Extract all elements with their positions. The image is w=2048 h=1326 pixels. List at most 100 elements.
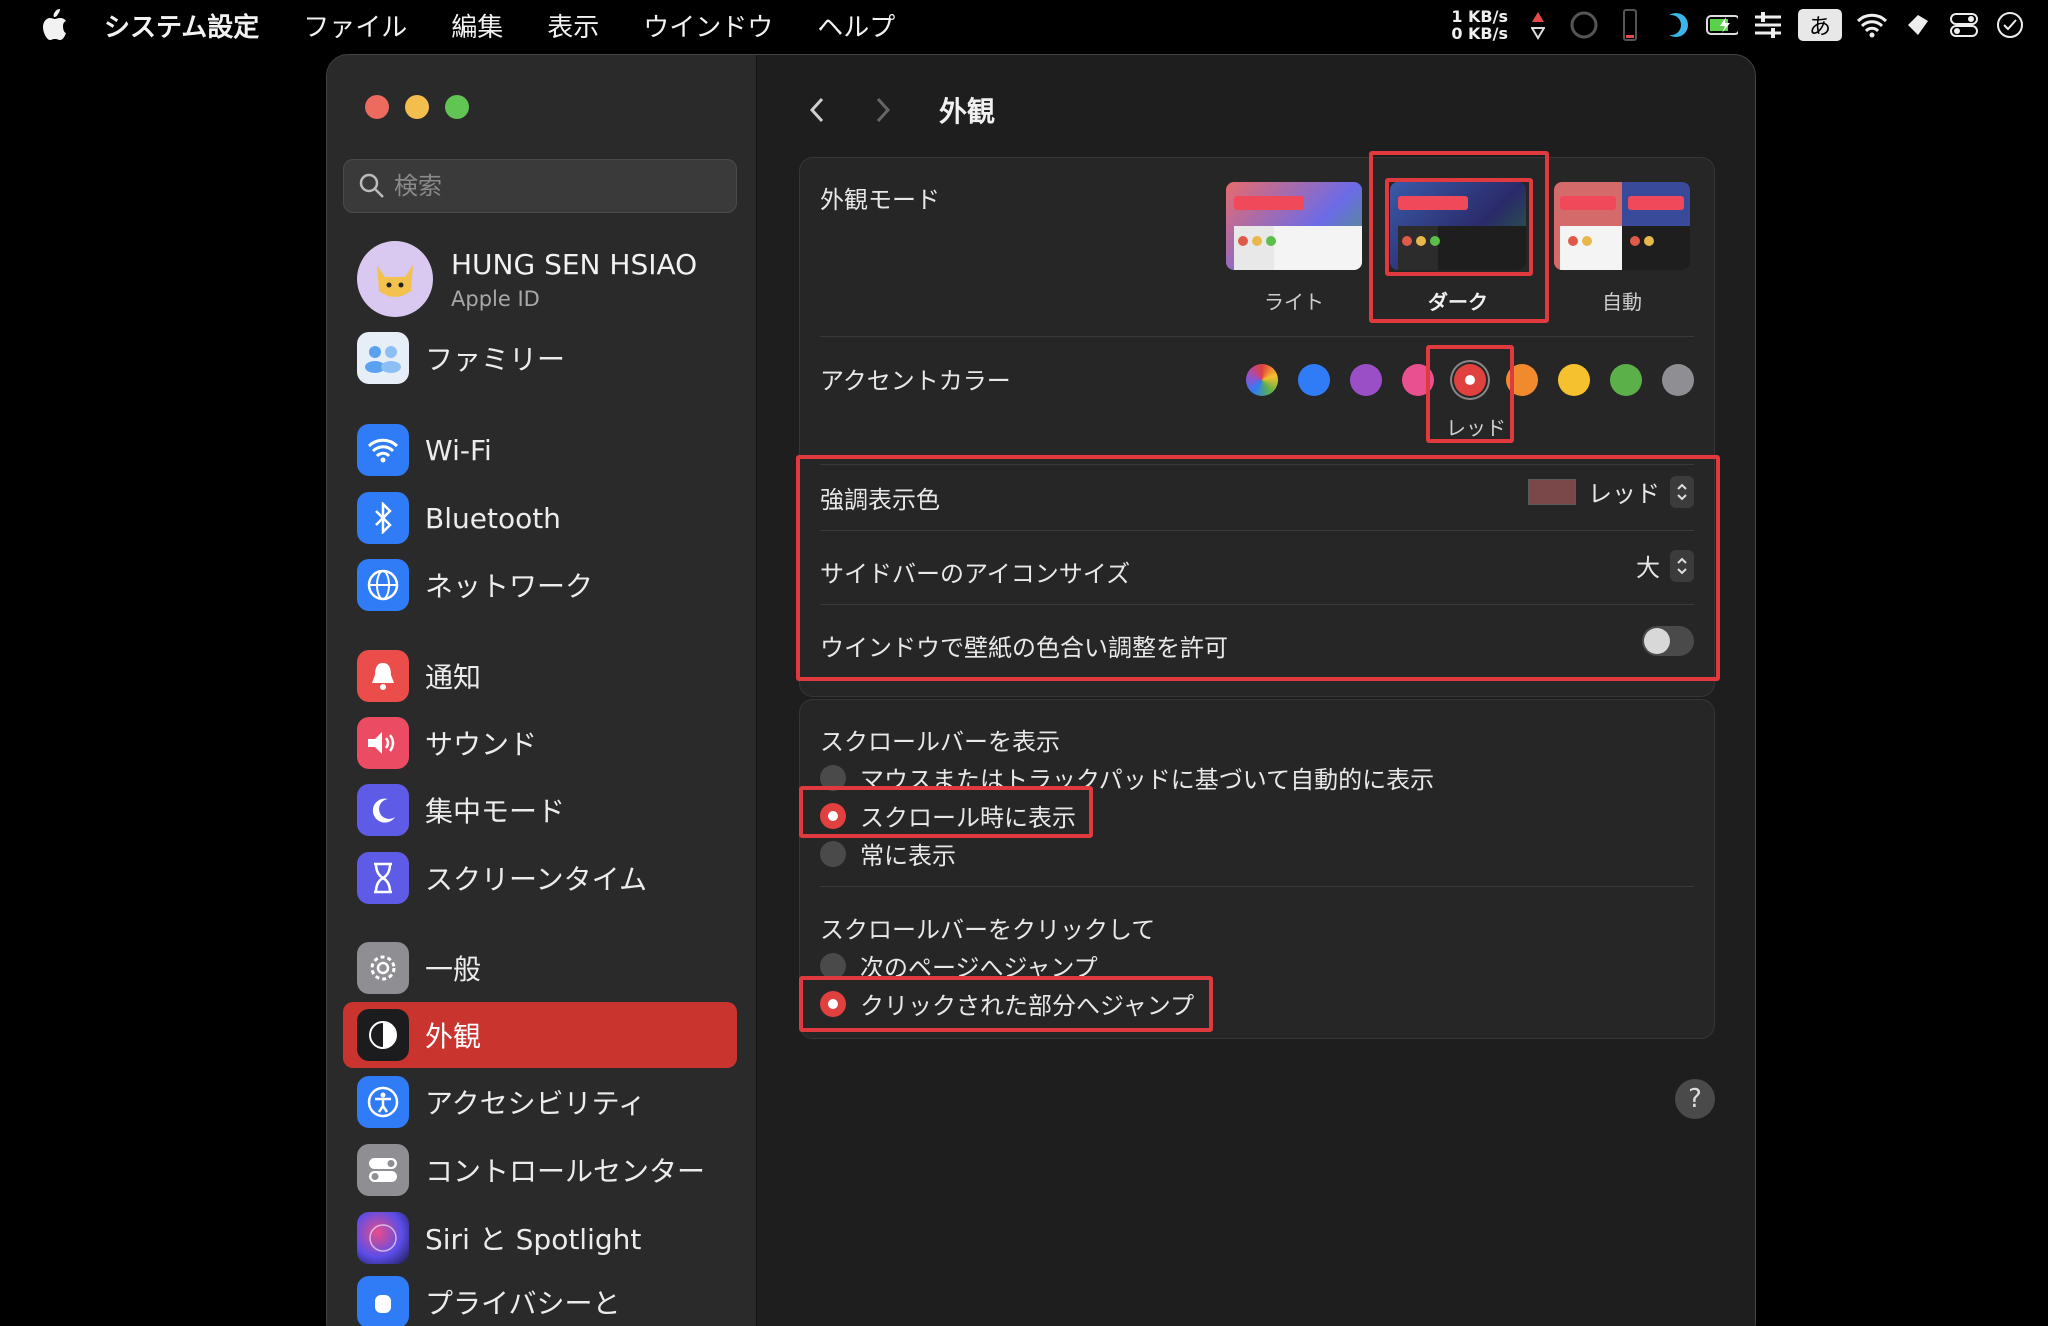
cloud-icon[interactable] <box>1902 9 1934 41</box>
memory-bar-icon[interactable] <box>1614 9 1646 41</box>
sidebar-item-label: スクリーンタイム <box>425 863 648 896</box>
sidebar-item-notifications[interactable]: 通知 <box>343 643 737 709</box>
sidebar-item-label: ネットワーク <box>425 570 594 603</box>
accent-green-swatch[interactable] <box>1610 364 1642 396</box>
network-speed[interactable]: 1 KB/s 0 KB/s <box>1451 8 1508 42</box>
radio-button[interactable] <box>820 764 846 791</box>
sidebar-item-bluetooth[interactable]: Bluetooth <box>343 485 737 551</box>
jump-clicked-spot-option[interactable]: クリックされた部分へジャンプ <box>820 986 1194 1021</box>
sidebar-item-label: ファミリー <box>425 343 566 376</box>
scrollbar-auto-option[interactable]: マウスまたはトラックパッドに基づいて自動的に表示 <box>820 760 1434 795</box>
wallpaper-tinting-toggle[interactable] <box>1642 626 1694 656</box>
content-pane: 外観 外観モード ライト ダーク 自動 アクセントカラー レッド 強調表示色 レ… <box>757 55 1755 1326</box>
wifi-status-icon[interactable] <box>1856 9 1888 41</box>
sidebar-item-sound[interactable]: サウンド <box>343 710 737 776</box>
scrollbar-when-scrolling-option[interactable]: スクロール時に表示 <box>820 798 1076 833</box>
search-field[interactable] <box>343 159 737 213</box>
sidebar-item-appearance[interactable]: 外観 <box>343 1002 737 1068</box>
sidebar-item-label: Siri と Spotlight <box>425 1223 642 1256</box>
sidebar-icon-size-value: 大 <box>1636 554 1660 582</box>
sidebar-item-siri-spotlight[interactable]: Siri と Spotlight <box>343 1205 737 1271</box>
battery-icon[interactable] <box>1706 9 1738 41</box>
profile-name: HUNG SEN HSIAO <box>451 247 698 281</box>
highlight-color-preview <box>1528 478 1576 505</box>
light-mode-thumbnail[interactable] <box>1226 182 1362 270</box>
input-method-icon[interactable]: あ <box>1798 9 1842 41</box>
speaker-icon <box>357 717 409 769</box>
accent-color-swatches <box>1246 364 1694 398</box>
cpu-ring-icon[interactable] <box>1568 9 1600 41</box>
divider <box>820 464 1694 465</box>
radio-button[interactable] <box>820 840 846 867</box>
menu-bar: システム設定 ファイル 編集 表示 ウインドウ ヘルプ 1 KB/s 0 KB/… <box>0 0 2048 50</box>
moon-phase-icon[interactable] <box>1660 9 1692 41</box>
accent-purple-swatch[interactable] <box>1350 364 1382 396</box>
sidebar-item-family[interactable]: ファミリー <box>343 325 737 391</box>
menu-edit[interactable]: 編集 <box>451 7 503 44</box>
sidebar-item-screen-time[interactable]: スクリーンタイム <box>343 845 737 911</box>
control-center-status-icon[interactable] <box>1948 9 1980 41</box>
apple-logo-icon[interactable] <box>34 5 74 45</box>
accent-orange-swatch[interactable] <box>1506 364 1538 396</box>
net-up: 1 KB/s <box>1451 7 1508 26</box>
divider <box>820 336 1694 337</box>
sidebar-item-network[interactable]: ネットワーク <box>343 552 737 618</box>
family-icon <box>357 332 409 384</box>
accent-graphite-swatch[interactable] <box>1662 364 1694 396</box>
search-input[interactable] <box>394 172 714 200</box>
radio-label: クリックされた部分へジャンプ <box>860 992 1195 1020</box>
hand-icon <box>357 1276 409 1326</box>
accent-multicolor-swatch[interactable] <box>1246 364 1278 396</box>
auto-mode-thumbnail[interactable] <box>1554 182 1690 270</box>
radio-button[interactable] <box>820 952 846 979</box>
sidebar-item-privacy[interactable]: プライバシーと <box>343 1269 737 1326</box>
accent-red-swatch[interactable] <box>1454 364 1486 396</box>
menu-file[interactable]: ファイル <box>303 7 407 44</box>
sidebar-item-focus[interactable]: 集中モード <box>343 777 737 843</box>
accent-blue-swatch[interactable] <box>1298 364 1330 396</box>
help-button[interactable]: ? <box>1675 1079 1715 1119</box>
sliders-icon[interactable] <box>1752 9 1784 41</box>
menu-help[interactable]: ヘルプ <box>817 7 895 44</box>
scrollbar-always-option[interactable]: 常に表示 <box>820 836 956 871</box>
sidebar-item-control-center[interactable]: コントロールセンター <box>343 1137 737 1203</box>
accent-yellow-swatch[interactable] <box>1558 364 1590 396</box>
siri-icon <box>357 1212 409 1264</box>
chevron-updown-icon <box>1670 475 1694 508</box>
menu-window[interactable]: ウインドウ <box>643 7 773 44</box>
wallpaper-tinting-label: ウインドウで壁紙の色合い調整を許可 <box>820 634 1228 662</box>
sidebar-item-general[interactable]: 一般 <box>343 935 737 1001</box>
dark-mode-thumbnail[interactable] <box>1390 182 1526 270</box>
minimize-button[interactable] <box>405 95 429 119</box>
sidebar-item-accessibility[interactable]: アクセシビリティ <box>343 1069 737 1135</box>
jump-next-page-option[interactable]: 次のページへジャンプ <box>820 948 1098 983</box>
highlight-color-popup[interactable]: レッド <box>1528 474 1694 509</box>
avatar <box>357 241 433 317</box>
moon-icon <box>357 784 409 836</box>
highlight-color-label: 強調表示色 <box>820 486 940 514</box>
bluetooth-icon <box>357 492 409 544</box>
scrollbar-show-label: スクロールバーを表示 <box>820 728 1060 756</box>
apple-id-profile[interactable]: HUNG SEN HSIAO Apple ID <box>357 239 697 319</box>
back-button[interactable] <box>797 90 837 130</box>
sidebar-item-label: Bluetooth <box>425 501 561 535</box>
zoom-button[interactable] <box>445 95 469 119</box>
divider <box>820 886 1694 887</box>
close-button[interactable] <box>365 95 389 119</box>
search-icon <box>359 173 384 198</box>
sidebar-item-label: 集中モード <box>425 795 566 828</box>
sidebar-icon-size-popup[interactable]: 大 <box>1636 548 1694 583</box>
forward-button[interactable] <box>863 90 903 130</box>
menu-view[interactable]: 表示 <box>547 7 599 44</box>
radio-button[interactable] <box>820 802 846 829</box>
clock-check-icon[interactable] <box>1994 9 2026 41</box>
profile-subtitle: Apple ID <box>451 286 540 311</box>
gear-icon <box>357 942 409 994</box>
sidebar-item-wifi[interactable]: Wi-Fi <box>343 417 737 483</box>
nav-bar: 外観 <box>797 85 995 135</box>
wifi-icon <box>357 424 409 476</box>
sidebar: HUNG SEN HSIAO Apple ID ファミリー Wi-Fi Blue… <box>327 55 757 1326</box>
menu-app-name[interactable]: システム設定 <box>104 7 259 44</box>
accent-pink-swatch[interactable] <box>1402 364 1434 396</box>
radio-button[interactable] <box>820 990 846 1017</box>
